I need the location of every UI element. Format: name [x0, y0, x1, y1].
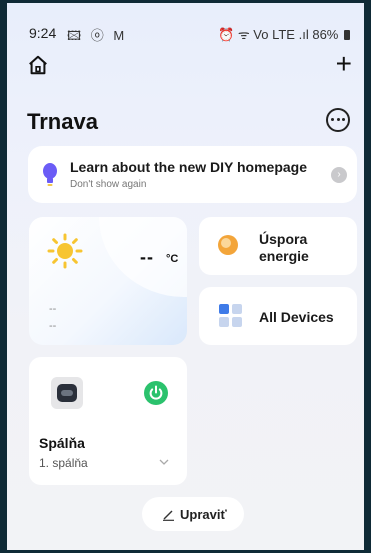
- battery-level: 86%: [312, 27, 339, 42]
- status-right: ⏰ ᯤ Vo LTE .ıl 86%: [218, 25, 350, 43]
- thermostat-device-icon: [51, 377, 83, 409]
- plus-icon[interactable]: +: [336, 50, 352, 78]
- pencil-icon: [163, 510, 174, 521]
- status-time: 9:24: [29, 25, 57, 41]
- weather-card[interactable]: -- °C -- --: [29, 217, 187, 345]
- dont-show-again-link[interactable]: Don't show again: [70, 179, 146, 190]
- energy-saving-label: Úspora energie: [259, 231, 309, 264]
- grid-icon: [219, 304, 243, 328]
- temperature-unit: °C: [166, 253, 179, 265]
- energy-icon: [218, 235, 238, 255]
- temperature-value: --: [140, 247, 154, 267]
- edit-button[interactable]: Upraviť: [142, 497, 244, 531]
- banner-title: Learn about the new DIY homepage: [70, 159, 308, 175]
- status-notification-icons: 🖾 ⓞ M: [67, 28, 128, 43]
- energy-saving-tile[interactable]: Úspora energie: [199, 217, 357, 275]
- status-system-icons: ⏰ ᯤ Vo LTE .ıl: [218, 27, 309, 42]
- device-name: Spálňa: [39, 435, 85, 451]
- weather-detail-2: --: [49, 320, 57, 332]
- power-icon[interactable]: [144, 381, 168, 405]
- chevron-right-icon[interactable]: ›: [331, 167, 347, 183]
- sun-icon: [47, 233, 83, 269]
- weather-detail-1: --: [49, 303, 57, 315]
- device-room: 1. spálňa: [39, 456, 88, 470]
- diy-homepage-banner[interactable]: Learn about the new DIY homepage Don't s…: [28, 146, 357, 203]
- device-card[interactable]: Spálňa 1. spálňa: [29, 357, 187, 485]
- home-icon[interactable]: [27, 54, 49, 76]
- all-devices-label: All Devices: [259, 309, 334, 325]
- app-screen: 9:24 🖾 ⓞ M ⏰ ᯤ Vo LTE .ıl 86% + Trnava L…: [7, 3, 364, 550]
- all-devices-tile[interactable]: All Devices: [199, 287, 357, 345]
- home-title[interactable]: Trnava: [27, 109, 98, 135]
- more-circle-icon[interactable]: [326, 108, 350, 132]
- battery-icon: [344, 30, 350, 40]
- lightbulb-icon: [43, 163, 57, 186]
- edit-label: Upraviť: [180, 507, 227, 522]
- chevron-down-icon[interactable]: [159, 459, 169, 465]
